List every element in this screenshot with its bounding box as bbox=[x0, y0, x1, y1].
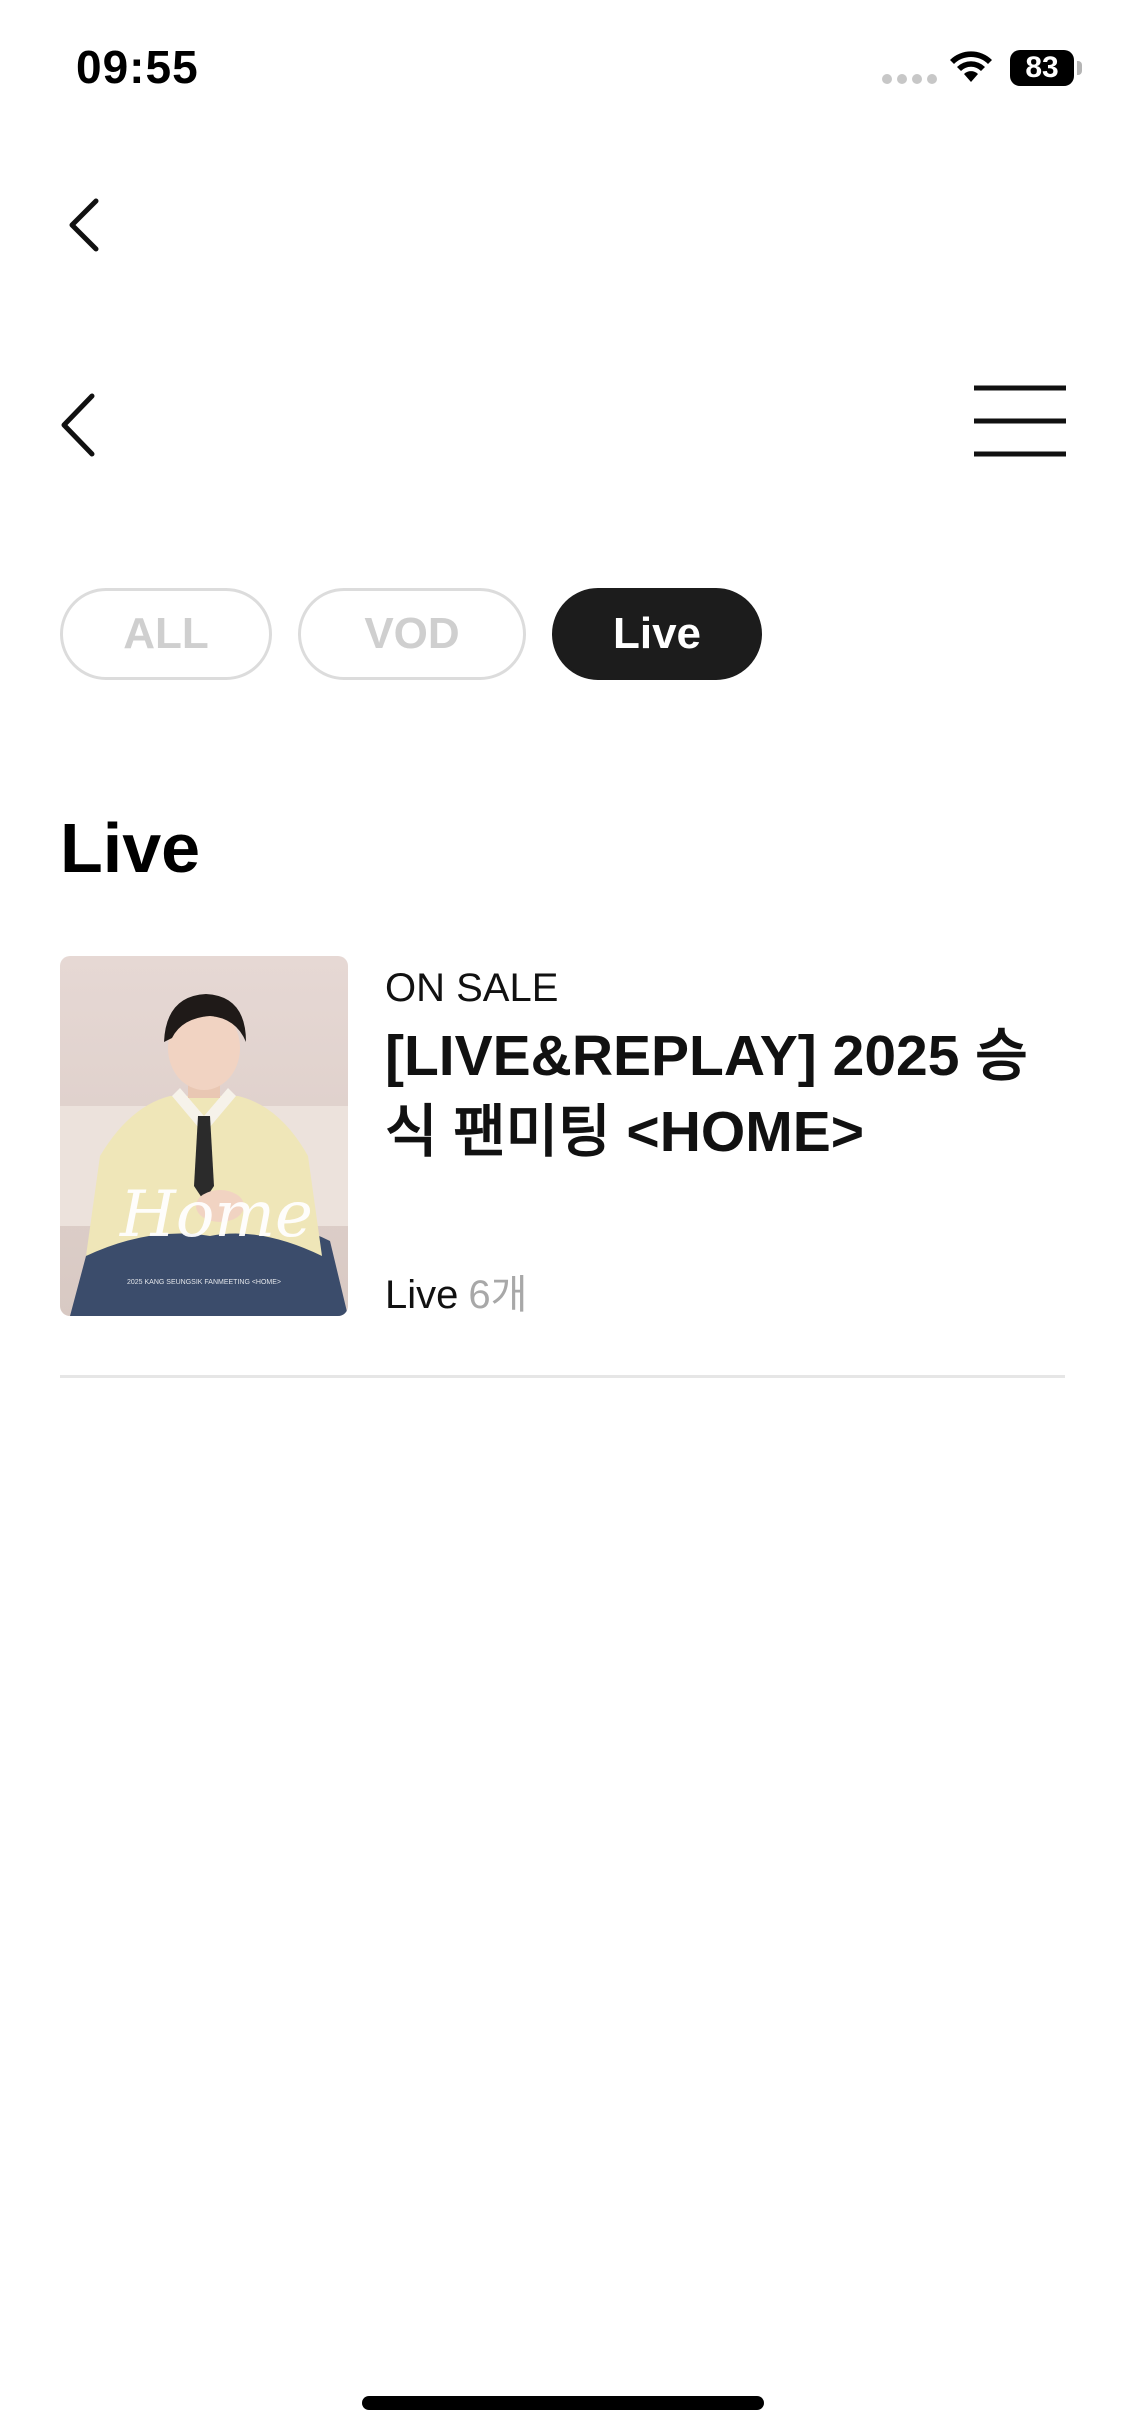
battery-level: 83 bbox=[1025, 51, 1059, 84]
filter-chip-all[interactable]: ALL bbox=[60, 588, 272, 680]
thumbnail-script-text: Home bbox=[119, 1178, 313, 1252]
status-time: 09:55 bbox=[76, 41, 199, 93]
back-button[interactable] bbox=[54, 390, 104, 460]
filter-chip-vod[interactable]: VOD bbox=[298, 588, 526, 680]
list-item[interactable]: Home 2025 KANG SEUNGSIK FANMEETING <HOME… bbox=[60, 956, 1065, 1318]
item-type: Live bbox=[385, 1273, 459, 1317]
status-bar: 09:55 83 bbox=[0, 0, 1125, 140]
item-count: 6개 bbox=[468, 1273, 528, 1317]
thumbnail-caption: 2025 KANG SEUNGSIK FANMEETING <HOME> bbox=[127, 1279, 281, 1286]
item-thumbnail: Home 2025 KANG SEUNGSIK FANMEETING <HOME… bbox=[60, 956, 348, 1316]
item-status: ON SALE bbox=[385, 966, 559, 1010]
signal-dots-icon bbox=[882, 74, 937, 84]
hamburger-menu-icon[interactable] bbox=[974, 384, 1066, 458]
chevron-left-icon[interactable] bbox=[60, 195, 110, 255]
home-indicator bbox=[362, 2396, 764, 2410]
filter-chips: ALL VOD Live bbox=[60, 588, 762, 680]
item-meta: Live 6개 bbox=[385, 1262, 527, 1320]
battery-nub bbox=[1077, 61, 1082, 75]
item-title: [LIVE&REPLAY] 2025 승식 팬미팅 <HOME> bbox=[385, 1024, 1028, 1164]
wifi-icon bbox=[950, 51, 992, 82]
filter-chip-live[interactable]: Live bbox=[552, 588, 762, 680]
battery-icon: 83 bbox=[1010, 50, 1074, 86]
divider bbox=[60, 1375, 1065, 1378]
section-title: Live bbox=[60, 809, 201, 887]
